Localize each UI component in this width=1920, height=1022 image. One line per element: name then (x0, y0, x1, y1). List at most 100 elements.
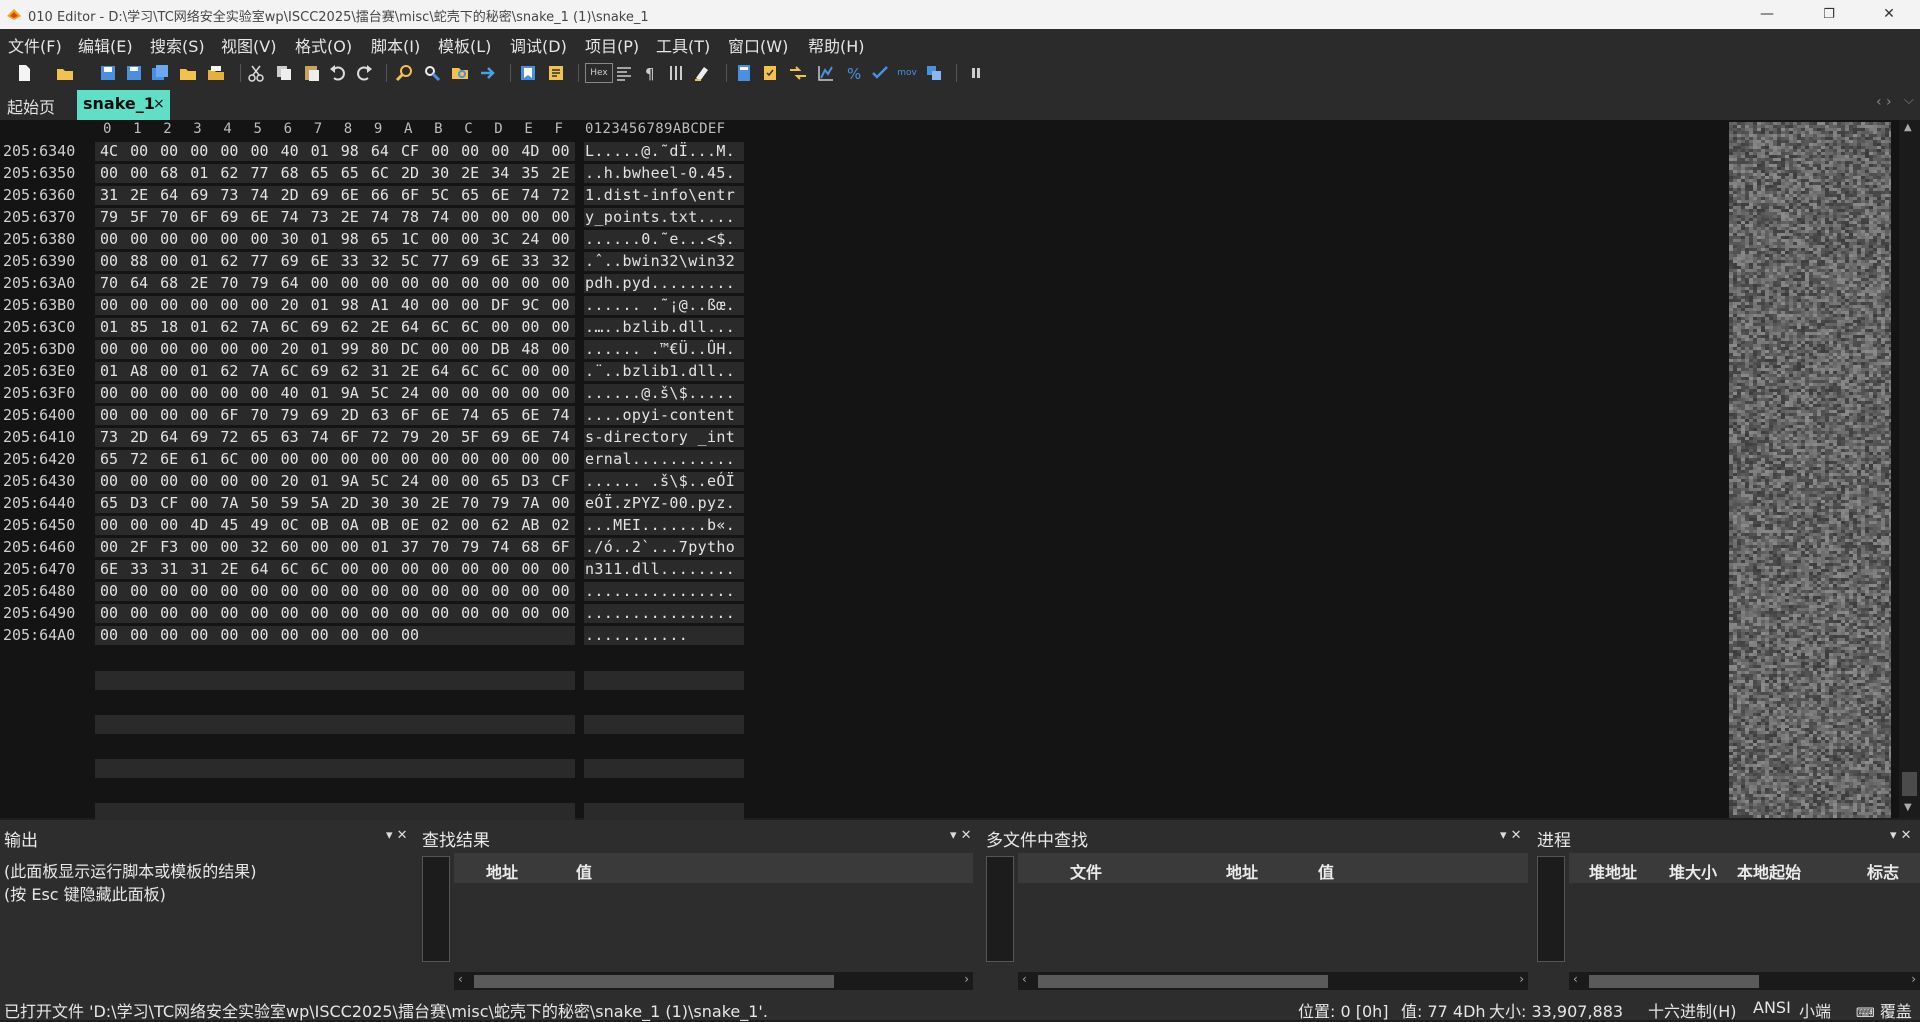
status-encoding[interactable]: ANSI (1753, 998, 1791, 1017)
hex-byte[interactable]: 20 (277, 340, 303, 358)
hex-byte[interactable]: 2D (126, 428, 152, 446)
hex-byte[interactable]: 62 (216, 164, 242, 182)
hex-byte[interactable]: 00 (457, 274, 483, 292)
hex-byte[interactable]: 32 (367, 252, 393, 270)
hex-byte[interactable]: 74 (517, 186, 543, 204)
hex-byte[interactable]: 00 (126, 296, 152, 314)
text-row[interactable]: .ˆ..bwin32\win32 (585, 252, 735, 270)
hex-byte[interactable]: 00 (457, 472, 483, 490)
hex-byte[interactable]: 73 (307, 208, 333, 226)
open-folder-icon[interactable] (55, 63, 75, 83)
find-in-files-hscroll[interactable]: ‹ › (1018, 972, 1528, 990)
hex-byte[interactable]: 00 (457, 604, 483, 622)
text-row[interactable]: ...... .˜¡@..ßœ. (585, 296, 735, 314)
goto-arrow-icon[interactable] (478, 63, 498, 83)
hex-byte[interactable]: 00 (367, 604, 393, 622)
tab-start-page[interactable]: 起始页 (7, 94, 55, 118)
hex-byte[interactable]: 30 (427, 164, 453, 182)
hex-byte[interactable]: 49 (247, 516, 273, 534)
percent-icon[interactable]: % (844, 63, 864, 83)
hex-byte[interactable]: 00 (247, 230, 273, 248)
hex-byte[interactable]: 01 (307, 472, 333, 490)
col-value[interactable]: 值 (576, 859, 592, 883)
menu-tools[interactable]: 工具(T) (656, 33, 710, 57)
hex-byte[interactable]: 79 (277, 406, 303, 424)
scroll-right-icon[interactable]: › (1911, 972, 1916, 986)
hex-byte[interactable]: 00 (126, 604, 152, 622)
hex-byte[interactable]: 00 (126, 626, 152, 644)
status-position[interactable]: 位置: 0 [0h] (1298, 998, 1389, 1022)
hex-byte[interactable]: 24 (397, 472, 423, 490)
hex-byte[interactable]: 00 (277, 604, 303, 622)
hex-byte[interactable]: 00 (216, 472, 242, 490)
hex-byte[interactable]: 62 (216, 318, 242, 336)
hex-byte[interactable]: 77 (427, 252, 453, 270)
paste-icon[interactable] (302, 63, 322, 83)
hex-byte[interactable]: 2D (337, 406, 363, 424)
hex-byte[interactable]: 62 (337, 362, 363, 380)
hex-byte[interactable]: 00 (427, 296, 453, 314)
hex-byte[interactable]: 00 (96, 230, 122, 248)
col-file[interactable]: 文件 (1070, 859, 1102, 883)
restore-button[interactable]: ❐ (1806, 0, 1852, 29)
output-panel-controls[interactable]: ▾ ✕ (386, 828, 408, 843)
hex-byte[interactable]: 00 (216, 340, 242, 358)
redo-icon[interactable] (354, 63, 374, 83)
hex-byte[interactable]: 2E (186, 274, 212, 292)
hex-byte[interactable]: 00 (96, 516, 122, 534)
hex-byte[interactable]: 37 (397, 538, 423, 556)
menu-view[interactable]: 视图(V) (221, 33, 276, 57)
hex-byte[interactable]: 00 (517, 208, 543, 226)
hex-byte[interactable]: 70 (427, 538, 453, 556)
hex-byte[interactable]: 00 (156, 582, 182, 600)
hex-byte[interactable]: 00 (548, 296, 574, 314)
save-icon[interactable] (98, 63, 118, 83)
hex-byte[interactable]: 70 (156, 208, 182, 226)
hex-byte[interactable]: 6C (457, 362, 483, 380)
tab-scroll-arrows[interactable]: ‹ › (1876, 94, 1892, 110)
hex-byte[interactable]: 6E (247, 208, 273, 226)
cut-icon[interactable] (246, 63, 266, 83)
hex-byte[interactable]: 69 (307, 318, 333, 336)
hex-byte[interactable]: AB (517, 516, 543, 534)
hex-byte[interactable]: 00 (277, 582, 303, 600)
hex-byte[interactable]: 00 (156, 626, 182, 644)
hex-byte[interactable]: A1 (367, 296, 393, 314)
hex-byte[interactable]: 00 (96, 340, 122, 358)
menu-template[interactable]: 模板(L) (438, 33, 491, 57)
hex-byte[interactable]: 6C (457, 318, 483, 336)
hex-byte[interactable]: 00 (457, 340, 483, 358)
bookmark-icon[interactable] (518, 63, 538, 83)
hex-byte[interactable]: 00 (457, 516, 483, 534)
hex-byte[interactable]: 00 (517, 582, 543, 600)
hex-byte[interactable]: 00 (548, 208, 574, 226)
hex-byte[interactable]: 63 (367, 406, 393, 424)
hex-byte[interactable]: 00 (247, 626, 273, 644)
hex-byte[interactable]: 00 (457, 230, 483, 248)
hex-byte[interactable]: 2E (367, 318, 393, 336)
hex-byte[interactable]: 01 (307, 384, 333, 402)
hex-byte[interactable]: 7A (517, 494, 543, 512)
hex-byte[interactable]: 00 (427, 142, 453, 160)
scroll-left-icon[interactable]: ‹ (1022, 972, 1027, 986)
hex-byte[interactable]: 6C (277, 318, 303, 336)
tab-list-icon[interactable]: ⌵ (1904, 93, 1914, 108)
hex-byte[interactable]: 00 (186, 582, 212, 600)
hex-byte[interactable]: 65 (487, 406, 513, 424)
hex-byte[interactable]: 00 (186, 604, 212, 622)
text-row[interactable]: ................ (585, 582, 735, 600)
hex-byte[interactable]: 62 (487, 516, 513, 534)
hex-byte[interactable]: 00 (247, 384, 273, 402)
hex-byte[interactable]: 2E (457, 164, 483, 182)
hex-byte[interactable]: 00 (186, 384, 212, 402)
hex-byte[interactable]: 64 (397, 318, 423, 336)
hex-byte[interactable]: 40 (277, 142, 303, 160)
hex-byte[interactable]: 00 (487, 208, 513, 226)
hex-byte[interactable]: 62 (216, 252, 242, 270)
hex-byte[interactable]: 00 (397, 274, 423, 292)
hex-byte[interactable]: 73 (96, 428, 122, 446)
hex-byte[interactable]: 00 (457, 142, 483, 160)
find-results-controls[interactable]: ▾ ✕ (950, 828, 972, 843)
hex-byte[interactable]: 00 (487, 142, 513, 160)
hex-byte[interactable]: 6E (487, 252, 513, 270)
